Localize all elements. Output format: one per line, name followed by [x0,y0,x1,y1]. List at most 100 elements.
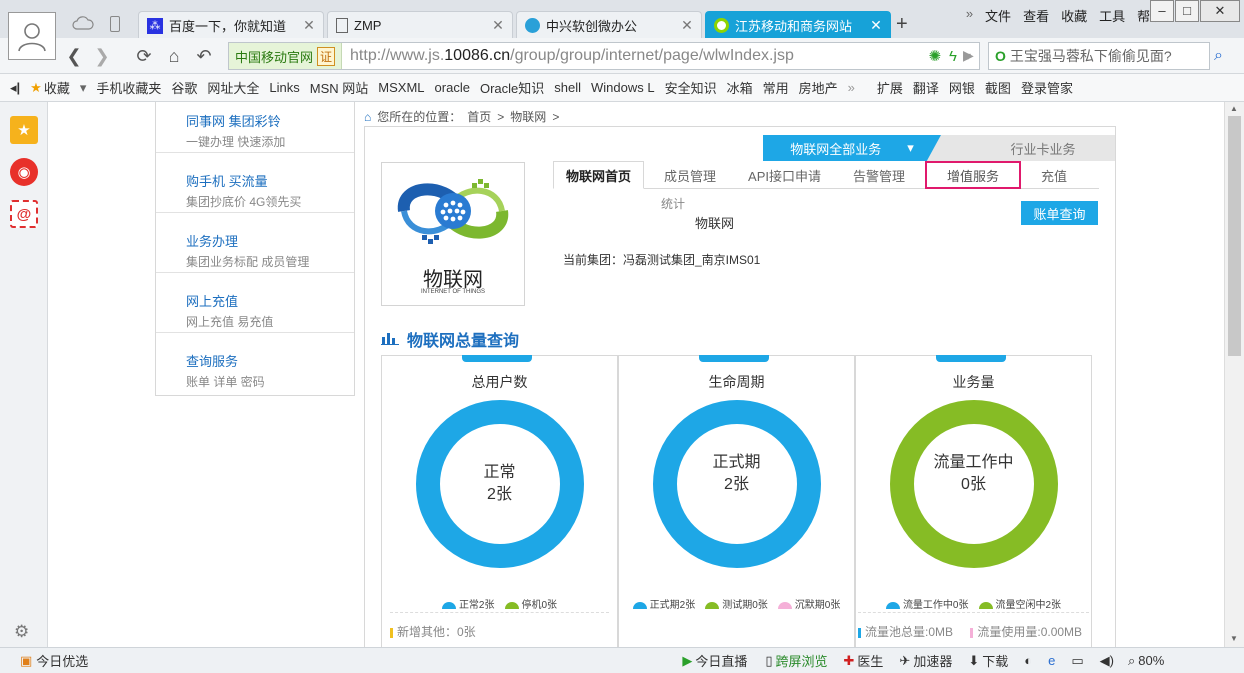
fav-item[interactable]: Oracle知识 [480,78,544,97]
url-field[interactable]: 中国移动官网 证 http://www.js.10086.cn/group/gr… [228,42,980,70]
back-arrow-icon[interactable]: ❮ [64,46,84,67]
menu-item-query[interactable]: 查询服务 账单 详单 密码 [156,333,354,393]
address-toolbar: ❮ ❯ ⟳ ⌂ ↶ 中国移动官网 证 http://www.js.10086.c… [0,38,1244,74]
carrier-badge[interactable]: 中国移动官网 证 [229,43,343,69]
tab-iot-home[interactable]: 物联网首页 [553,161,645,189]
settings-gear-icon[interactable]: ⚙ [14,622,29,642]
new-tab-plus-icon[interactable]: + [896,13,908,36]
fav-item[interactable]: Links [269,80,299,95]
phone-icon[interactable] [110,16,120,32]
fav-item[interactable]: 手机收藏夹 [96,78,161,97]
zoom-icon[interactable]: ⌕ [1128,653,1135,669]
fav-item[interactable]: oracle [435,80,470,95]
menu-item-title[interactable]: 查询服务 [186,351,354,370]
monitor-icon[interactable]: ▭ [1071,653,1083,669]
fav-dropdown-icon[interactable]: ▾ [80,80,87,96]
favorites-star-icon[interactable]: ★ [10,116,38,144]
browser-tab-zmp[interactable]: ZMP ✕ [327,11,513,39]
go-arrow-icon[interactable]: ▶ [963,47,974,64]
menu-favorites[interactable]: 收藏 [1061,6,1087,25]
browser-tab-baidu[interactable]: ⁂ 百度一下，你就知道 ✕ [138,11,324,39]
close-window-button[interactable]: ✕ [1200,0,1240,22]
close-icon[interactable]: ✕ [490,17,506,34]
menu-item-recharge[interactable]: 网上充值 网上充值 易充值 [156,273,354,333]
close-icon[interactable]: ✕ [301,17,317,34]
cloud-icon[interactable] [72,16,94,33]
lightning-icon[interactable]: ϟ [949,48,957,65]
all-business-dropdown[interactable]: 物联网全部业务 ▾ [763,135,941,161]
menu-item-title[interactable]: 同事网 集团彩铃 [186,111,354,130]
fav-collect[interactable]: 收藏 [44,78,70,97]
ie-icon[interactable]: e [1048,653,1055,668]
url-text[interactable]: http://www.js.10086.cn/group/group/inter… [350,47,794,65]
weibo-icon[interactable]: ◉ [10,158,38,186]
tab-recharge[interactable]: 充值 [1029,161,1079,189]
fav-item[interactable]: MSXML [378,80,424,95]
menu-item-title[interactable]: 网上充值 [186,291,354,310]
menu-file[interactable]: 文件 [985,6,1011,25]
fav-item[interactable]: 网址大全 [207,78,259,97]
fav-item[interactable]: MSN 网站 [310,78,369,97]
menu-item-business[interactable]: 业务办理 集团业务标配 成员管理 [156,213,354,273]
forward-arrow-icon[interactable]: ❯ [92,46,112,67]
menu-tools[interactable]: 工具 [1099,6,1125,25]
status-download[interactable]: 下载 [982,651,1008,670]
status-crossscreen[interactable]: 跨屏浏览 [775,651,827,670]
fav-more-icon[interactable]: » [848,80,855,95]
tab-value-added[interactable]: 增值服务 [925,161,1022,189]
undo-icon[interactable]: ↶ [194,46,214,67]
user-avatar-icon[interactable] [8,12,56,60]
fav-tool-translate[interactable]: 翻译 [913,78,939,97]
maximize-button[interactable]: □ [1175,0,1199,22]
fav-tool-bank[interactable]: 网银 [949,78,975,97]
scrollbar-thumb[interactable] [1228,116,1241,356]
vertical-scrollbar[interactable]: ▲ ▼ [1224,102,1244,647]
tab-alarm[interactable]: 告警管理 [841,161,917,189]
breadcrumb-home[interactable]: 首页 [467,108,491,125]
menu-expand-icon[interactable]: » [966,6,973,25]
scroll-down-icon[interactable]: ▼ [1230,634,1238,643]
status-doctor[interactable]: 医生 [857,651,883,670]
home-icon[interactable]: ⌂ [164,46,184,67]
menu-item-title[interactable]: 业务办理 [186,231,354,250]
menu-item-title[interactable]: 购手机 买流量 [186,171,354,190]
scroll-up-icon[interactable]: ▲ [1230,104,1238,113]
volume-icon[interactable]: ◀) [1100,653,1114,669]
tab-api[interactable]: API接口申请 [736,161,833,189]
search-icon[interactable]: ⌕ [1214,47,1223,65]
fav-item[interactable]: Windows L [591,80,655,95]
industry-card-tab[interactable]: 行业卡业务 [973,135,1113,161]
speed-icon[interactable]: ✺ [928,47,941,65]
tab-members[interactable]: 成员管理 [652,161,728,189]
browser-tab-jsmobile[interactable]: 江苏移动和商务网站 ✕ [705,11,891,39]
minimize-button[interactable]: – [1150,0,1174,22]
close-icon[interactable]: ✕ [868,17,884,34]
fav-tool-extend[interactable]: 扩展 [877,78,903,97]
mask-icon[interactable]: ◐ [1024,653,1032,668]
refresh-icon[interactable]: ⟳ [134,46,154,67]
menu-view[interactable]: 查看 [1023,6,1049,25]
breadcrumb-sep: > [497,109,505,124]
fav-item[interactable]: shell [554,80,581,95]
search-engine-icon[interactable]: O [995,48,1006,64]
fav-item[interactable]: 冰箱 [727,78,753,97]
today-picks[interactable]: 今日优选 [36,651,88,670]
sidebar-toggle-icon[interactable]: ◂| [10,80,20,96]
fav-item[interactable]: 房地产 [799,78,838,97]
search-input[interactable]: O 王宝强马蓉私下偷偷见面? [988,42,1210,70]
status-live[interactable]: 今日直播 [695,651,747,670]
fav-item[interactable]: 安全知识 [665,78,717,97]
menu-item-buy-phone[interactable]: 购手机 买流量 集团抄底价 4G领先买 [156,153,354,213]
fav-tool-login[interactable]: 登录管家 [1021,78,1073,97]
bill-query-button[interactable]: 账单查询 [1021,201,1098,225]
status-accelerator[interactable]: 加速器 [913,651,952,670]
fav-item[interactable]: 谷歌 [171,78,197,97]
close-icon[interactable]: ✕ [679,17,695,34]
zoom-level[interactable]: 80% [1138,653,1164,668]
fav-tool-screenshot[interactable]: 截图 [985,78,1011,97]
menu-item-colleague-ring[interactable]: 同事网 集团彩铃 一键办理 快速添加 [156,102,354,153]
browser-tab-zte[interactable]: 中兴软创微办公 ✕ [516,11,702,39]
fav-item[interactable]: 常用 [763,78,789,97]
mail-icon[interactable]: @ [10,200,38,228]
breadcrumb-current[interactable]: 物联网 [510,108,546,125]
